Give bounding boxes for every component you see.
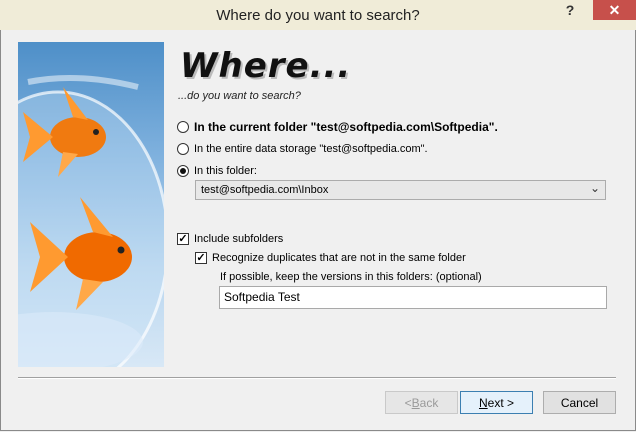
back-button[interactable]: < Back: [385, 391, 458, 414]
radio-this-folder[interactable]: In this folder:: [177, 165, 257, 177]
radio-current-folder[interactable]: In the current folder "test@softpedia.co…: [177, 120, 498, 134]
next-button[interactable]: Next >: [460, 391, 533, 414]
next-button-rest: ext >: [487, 395, 515, 410]
radio-current-folder-label: In the current folder "test@softpedia.co…: [194, 120, 498, 134]
include-subfolders-label: Include subfolders: [194, 233, 284, 245]
back-button-prefix: <: [404, 395, 412, 410]
folder-select[interactable]: test@softpedia.com\Inbox ⌄: [195, 180, 606, 200]
checkmark-icon[interactable]: ✓: [195, 252, 207, 264]
goldfish-bowl-image: [18, 42, 164, 367]
footer-separator: [18, 377, 616, 379]
versions-folder-input[interactable]: Softpedia Test: [219, 286, 607, 309]
page-heading: Where...: [180, 46, 352, 86]
next-button-key: N: [478, 395, 488, 410]
cancel-button[interactable]: Cancel: [543, 391, 616, 414]
radio-button-selected[interactable]: [177, 165, 189, 177]
back-button-key: B: [411, 395, 420, 410]
versions-folder-label: If possible, keep the versions in this f…: [220, 271, 482, 283]
recognize-duplicates-checkbox[interactable]: ✓ Recognize duplicates that are not in t…: [195, 252, 466, 264]
radio-this-folder-label: In this folder:: [194, 165, 257, 177]
window-title: Where do you want to search?: [216, 7, 420, 24]
radio-button[interactable]: [177, 143, 189, 155]
title-bar: Where do you want to search? ? ✕: [0, 0, 636, 30]
recognize-duplicates-label: Recognize duplicates that are not in the…: [212, 252, 466, 264]
include-subfolders-checkbox[interactable]: ✓ Include subfolders: [177, 233, 283, 245]
radio-entire-storage[interactable]: In the entire data storage "test@softped…: [177, 143, 428, 155]
radio-entire-storage-label: In the entire data storage "test@softped…: [194, 143, 428, 155]
folder-select-value: test@softpedia.com\Inbox: [201, 184, 329, 196]
close-button[interactable]: ✕: [593, 0, 636, 20]
checkmark-icon[interactable]: ✓: [177, 233, 189, 245]
radio-button[interactable]: [177, 121, 189, 133]
back-button-rest: ack: [419, 395, 439, 410]
page-subheading: ...do you want to search?: [178, 90, 301, 102]
chevron-down-icon[interactable]: ⌄: [590, 181, 600, 195]
help-button[interactable]: ?: [548, 0, 592, 20]
